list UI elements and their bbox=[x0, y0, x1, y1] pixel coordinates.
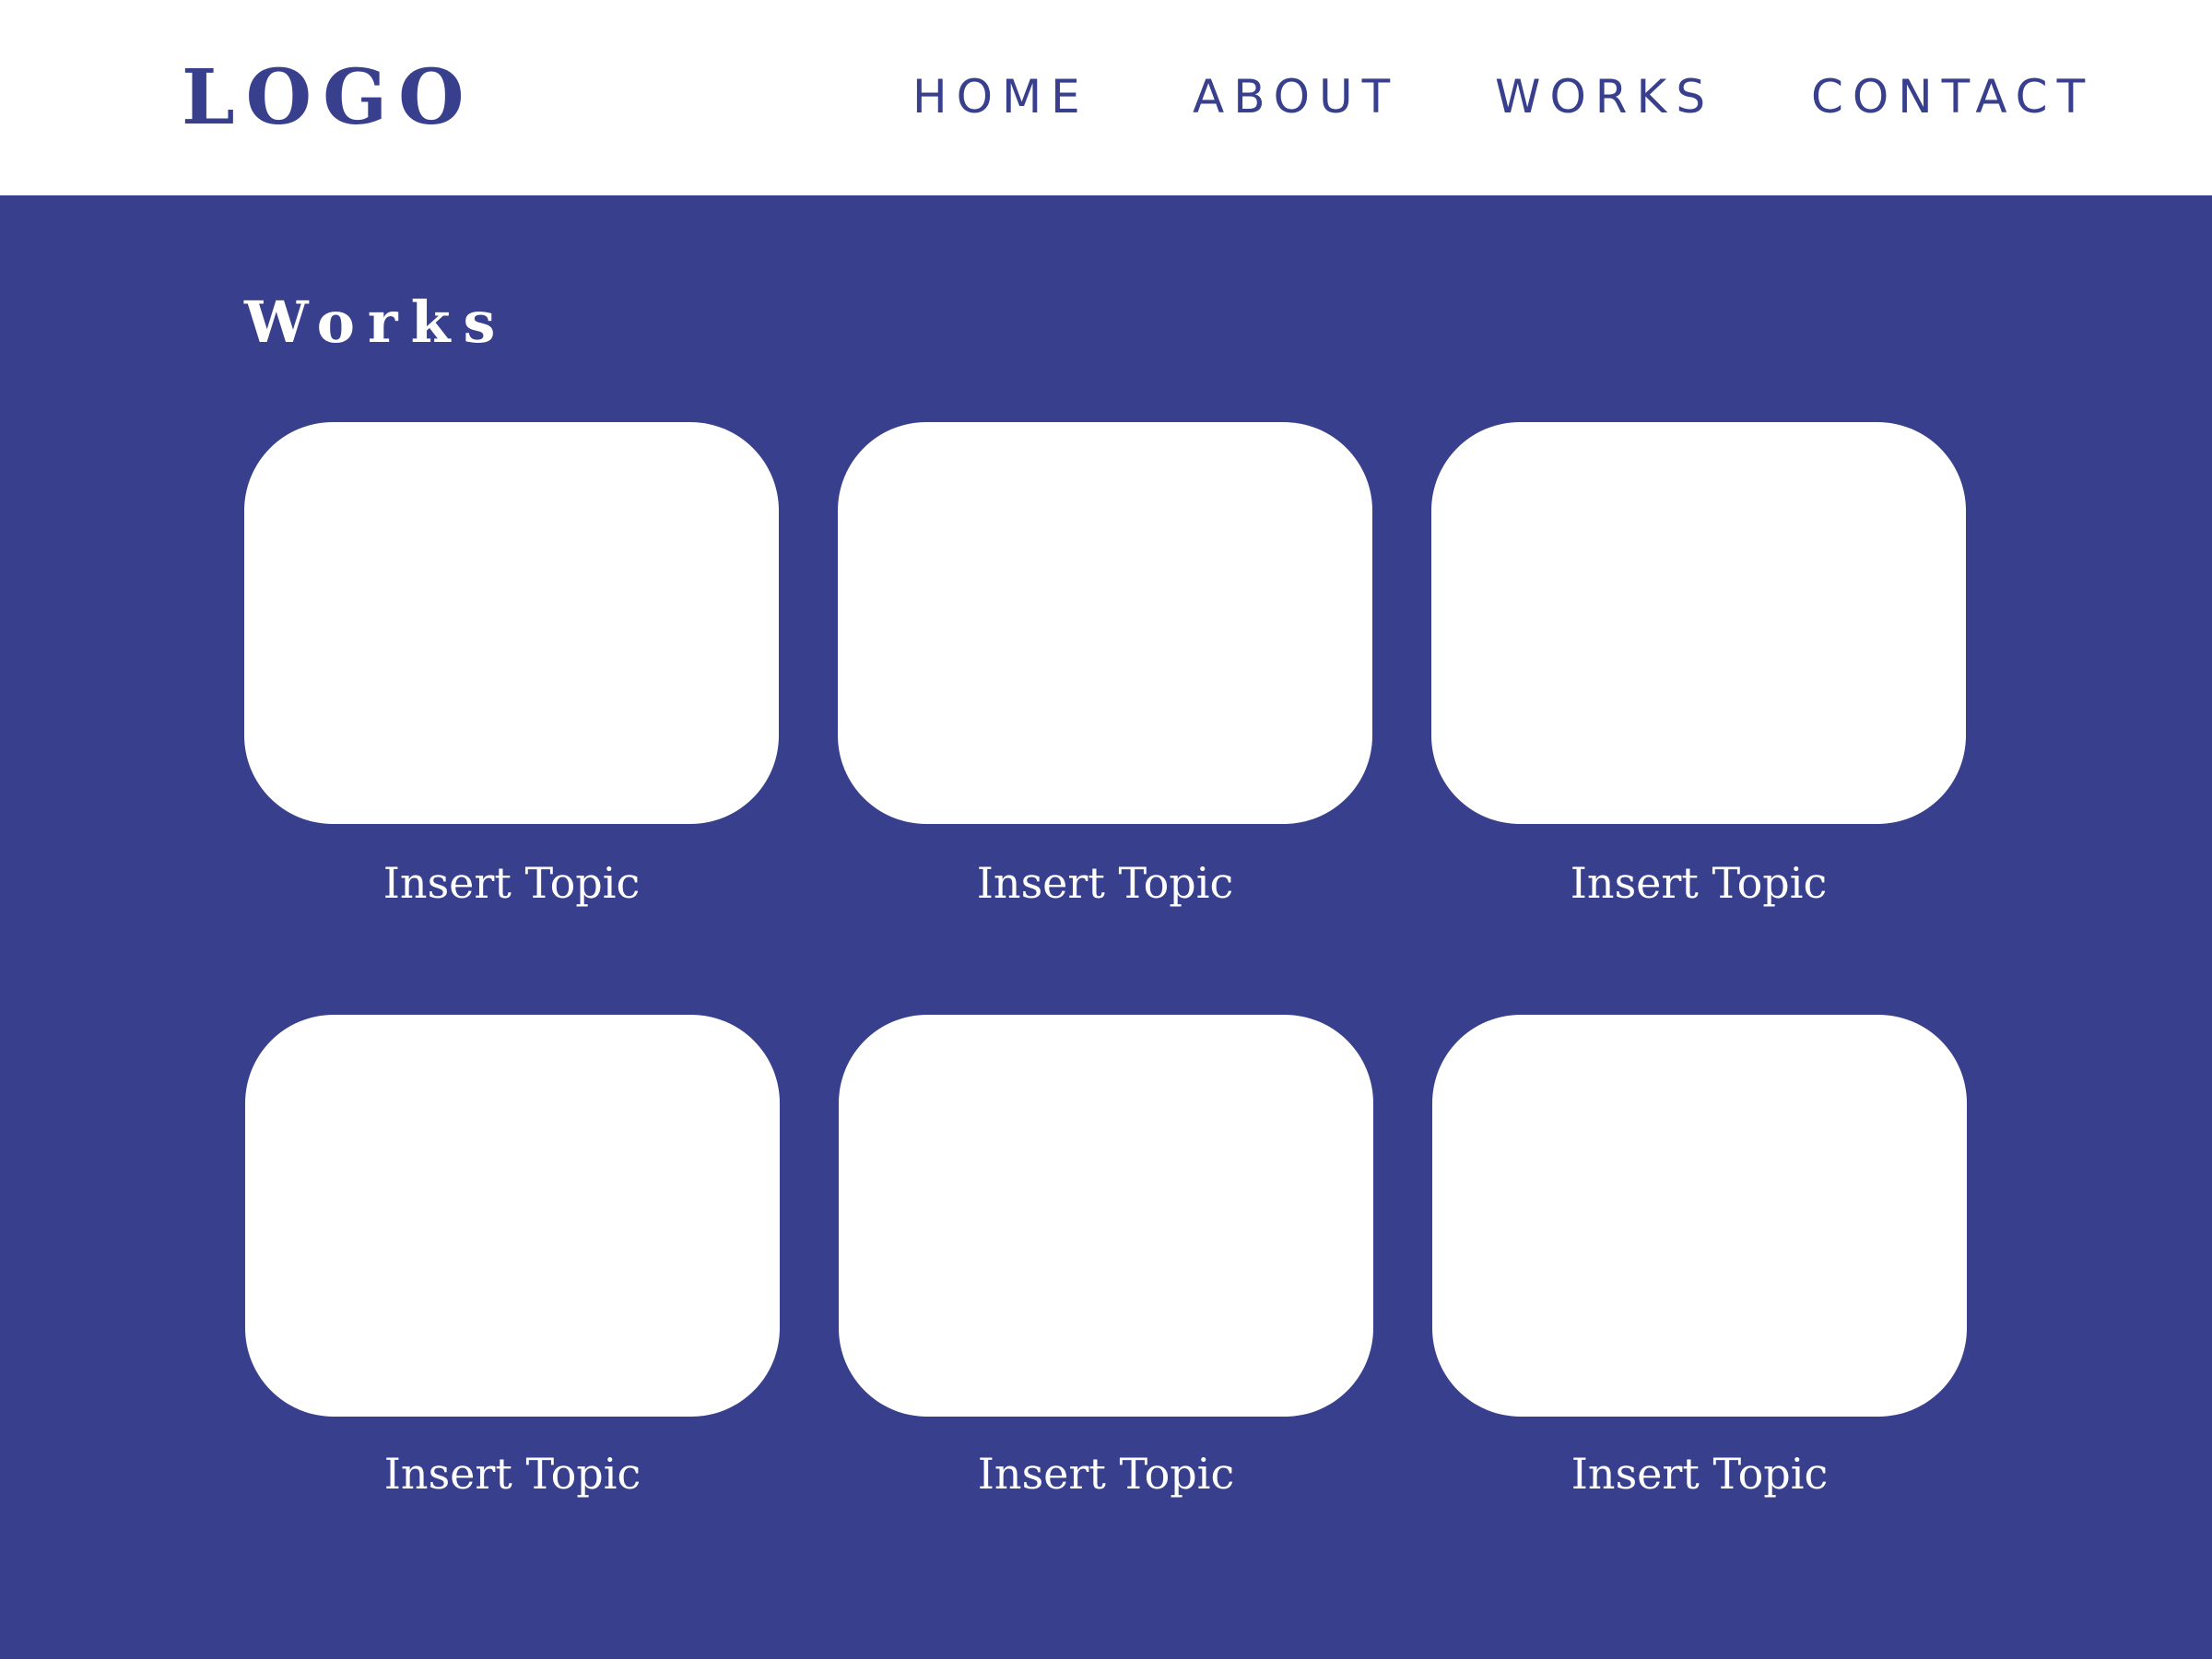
nav-about-link[interactable]: ABOUT bbox=[1193, 70, 1390, 124]
work-card-3-label[interactable]: Insert Topic bbox=[1431, 855, 1966, 911]
work-card-6-label[interactable]: Insert Topic bbox=[1432, 1446, 1967, 1501]
work-card-5-label[interactable]: Insert Topic bbox=[839, 1446, 1373, 1501]
work-card-6-image[interactable] bbox=[1432, 1015, 1967, 1417]
nav-works-link[interactable]: WORKS bbox=[1495, 70, 1705, 124]
work-card-4-image[interactable] bbox=[245, 1015, 780, 1417]
nav-contact-link[interactable]: CONTACT bbox=[1811, 70, 2092, 124]
nav-home-link[interactable]: HOME bbox=[912, 70, 1089, 124]
work-card-1-image[interactable] bbox=[244, 422, 779, 824]
work-card-1-label[interactable]: Insert Topic bbox=[244, 855, 779, 911]
site-header: LOGO HOME ABOUT WORKS CONTACT bbox=[0, 0, 2212, 195]
work-card-3-image[interactable] bbox=[1431, 422, 1966, 824]
logo[interactable]: LOGO bbox=[182, 53, 476, 142]
work-card-2-image[interactable] bbox=[838, 422, 1372, 824]
work-card-2-label[interactable]: Insert Topic bbox=[838, 855, 1372, 911]
work-card-4-label[interactable]: Insert Topic bbox=[245, 1446, 780, 1501]
section-title: Works bbox=[244, 288, 509, 356]
works-section: Works Insert Topic Insert Topic Insert T… bbox=[0, 195, 2212, 1659]
work-card-5-image[interactable] bbox=[839, 1015, 1373, 1417]
